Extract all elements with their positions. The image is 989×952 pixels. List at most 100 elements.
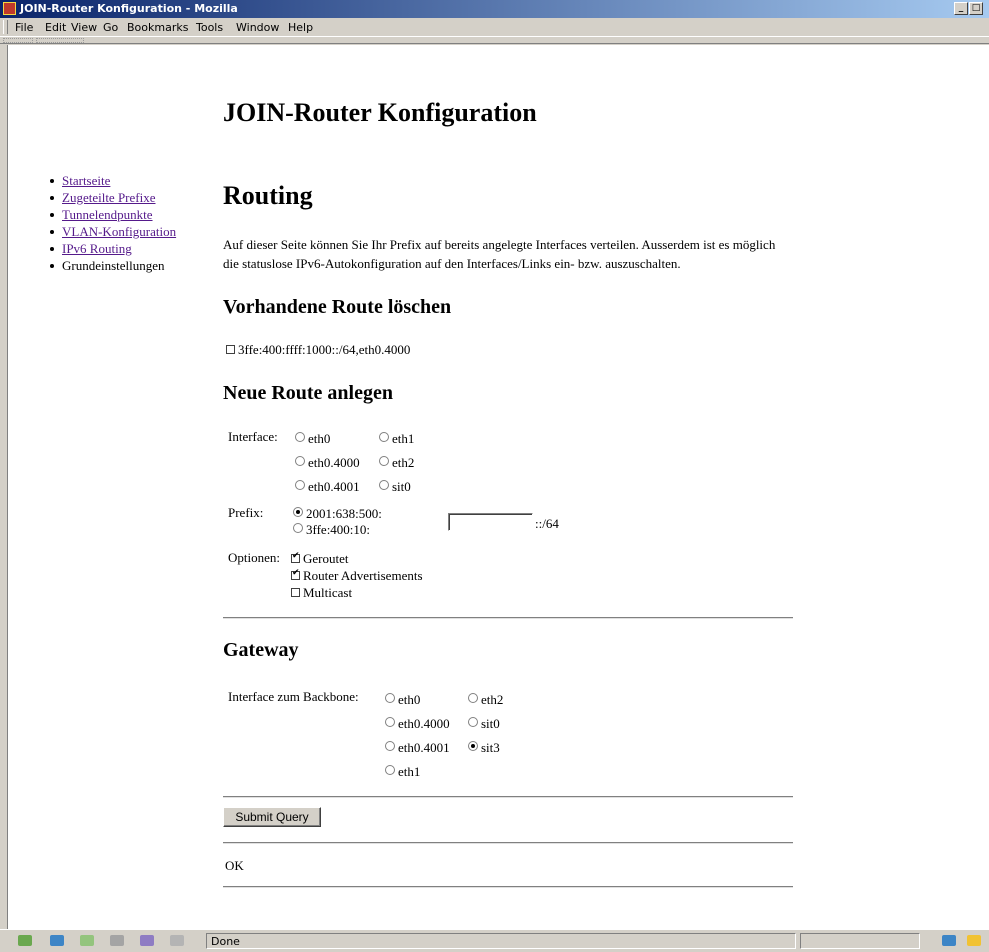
status-bar: Done	[0, 929, 989, 952]
option-row: Multicast	[291, 585, 352, 601]
radio-row: eth0	[385, 692, 420, 708]
options-label: Optionen:	[228, 550, 280, 565]
result-text: OK	[225, 858, 244, 873]
gw-sit3-label: sit3	[481, 740, 500, 755]
sidebar-item-tunnel: Tunnelendpunkte	[48, 207, 176, 224]
divider	[223, 796, 793, 798]
iface-eth0-radio[interactable]	[295, 432, 305, 442]
intro-text: Auf dieser Seite können Sie Ihr Prefix a…	[223, 237, 776, 271]
iface-sit0-label: sit0	[392, 479, 411, 494]
delete-route-checkbox[interactable]	[226, 345, 235, 354]
prefix-3ffe-label: 3ffe:400:10:	[306, 522, 371, 537]
toolbar-grippy-2[interactable]	[36, 38, 84, 43]
radio-row: eth1	[385, 764, 420, 780]
menubar-grip[interactable]	[3, 20, 8, 34]
sidebar-text-grundeinstellungen: Grundeinstellungen	[62, 258, 165, 273]
connection-icon[interactable]	[942, 935, 956, 946]
progress-panel	[800, 933, 920, 949]
option-geroutet-checkbox[interactable]	[291, 551, 300, 563]
iface-eth0-4001-label: eth0.4001	[308, 479, 360, 494]
delete-route-label: 3ffe:400:ffff:1000::/64,eth0.4000	[238, 342, 411, 357]
gw-eth0-4000-radio[interactable]	[385, 717, 395, 727]
gw-eth1-radio[interactable]	[385, 765, 395, 775]
radio-row: eth2	[379, 455, 414, 471]
prefix-suffix: ::/64	[535, 516, 559, 531]
gw-sit0-radio[interactable]	[468, 717, 478, 727]
menu-view[interactable]: View	[71, 21, 97, 34]
gw-eth2-radio[interactable]	[468, 693, 478, 703]
new-route-heading: Neue Route anlegen	[223, 382, 393, 404]
mail-icon[interactable]	[50, 935, 64, 946]
option-multicast-label: Multicast	[303, 585, 353, 600]
menu-help[interactable]: Help	[288, 21, 313, 34]
offline-icon[interactable]	[170, 935, 184, 946]
sidebar-item-prefixe: Zugeteilte Prefixe	[48, 190, 176, 207]
menu-edit[interactable]: Edit	[45, 21, 66, 34]
irc-chat-icon[interactable]	[140, 935, 154, 946]
radio-row: eth0.4001	[295, 479, 360, 495]
radio-row: eth0	[295, 431, 330, 447]
gw-eth0-label: eth0	[398, 692, 421, 707]
radio-row: sit3	[468, 740, 500, 756]
toolbar-grippy-1[interactable]	[3, 38, 33, 43]
iface-eth0-label: eth0	[308, 431, 331, 446]
iface-eth0-4000-label: eth0.4000	[308, 455, 360, 470]
gw-eth1-label: eth1	[398, 764, 421, 779]
address-book-icon[interactable]	[110, 935, 124, 946]
page-content: JOIN-Router Konfiguration Startseite Zug…	[7, 45, 989, 929]
gw-eth0-4001-radio[interactable]	[385, 741, 395, 751]
delete-route-heading: Vorhandene Route löschen	[223, 296, 452, 318]
menu-bookmarks[interactable]: Bookmarks	[127, 21, 188, 34]
divider	[223, 842, 793, 844]
iface-sit0-radio[interactable]	[379, 480, 389, 490]
sidebar-nav: Startseite Zugeteilte Prefixe Tunnelendp…	[48, 173, 176, 275]
gateway-heading: Gateway	[223, 639, 299, 661]
radio-row: eth0.4001	[385, 740, 450, 756]
submit-button[interactable]: Submit Query	[223, 807, 321, 827]
radio-row: sit0	[468, 716, 500, 732]
radio-row: eth2	[468, 692, 503, 708]
site-title: JOIN-Router Konfiguration	[223, 98, 537, 127]
page-heading: Routing	[223, 181, 313, 210]
option-router-adv-checkbox[interactable]	[291, 568, 300, 580]
sidebar-item-ipv6: IPv6 Routing	[48, 241, 176, 258]
prefix-2001-label: 2001:638:500:	[306, 506, 382, 521]
gw-eth0-radio[interactable]	[385, 693, 395, 703]
menu-window[interactable]: Window	[236, 21, 279, 34]
iface-eth2-radio[interactable]	[379, 456, 389, 466]
gw-sit3-radio[interactable]	[468, 741, 478, 751]
menu-go[interactable]: Go	[103, 21, 118, 34]
option-row: Router Advertisements	[291, 568, 423, 584]
menu-file[interactable]: File	[15, 21, 33, 34]
prefix-3ffe-radio[interactable]	[293, 523, 303, 533]
interface-label: Interface:	[228, 429, 278, 444]
option-multicast-checkbox[interactable]	[291, 588, 300, 597]
menu-tools[interactable]: Tools	[196, 21, 223, 34]
maximize-icon[interactable]: □	[969, 2, 983, 15]
sidebar-link-ipv6[interactable]: IPv6 Routing	[62, 241, 132, 256]
prefix-2001-radio[interactable]	[293, 507, 303, 517]
sidebar-link-prefixe[interactable]: Zugeteilte Prefixe	[62, 190, 156, 205]
composer-icon[interactable]	[80, 935, 94, 946]
iface-eth0-4000-radio[interactable]	[295, 456, 305, 466]
security-lock-icon[interactable]	[967, 935, 981, 946]
radio-row: 3ffe:400:10:	[293, 522, 370, 538]
prefix-input[interactable]	[448, 513, 533, 531]
minimize-icon[interactable]: _	[954, 2, 968, 15]
sidebar-link-startseite[interactable]: Startseite	[62, 173, 110, 188]
gw-eth0-4001-label: eth0.4001	[398, 740, 450, 755]
sidebar-link-vlan[interactable]: VLAN-Konfiguration	[62, 224, 176, 239]
iface-eth2-label: eth2	[392, 455, 415, 470]
status-text: Done	[206, 933, 796, 949]
prefix-label: Prefix:	[228, 505, 264, 520]
radio-row: eth0.4000	[385, 716, 450, 732]
radio-row: sit0	[379, 479, 411, 495]
radio-row: eth1	[379, 431, 414, 447]
menu-bar: File Edit View Go Bookmarks Tools Window…	[0, 18, 989, 36]
iface-eth0-4001-radio[interactable]	[295, 480, 305, 490]
sidebar-link-tunnel[interactable]: Tunnelendpunkte	[62, 207, 153, 222]
navigator-icon[interactable]	[18, 935, 32, 946]
iface-eth1-radio[interactable]	[379, 432, 389, 442]
window-title: JOIN-Router Konfiguration - Mozilla	[20, 2, 238, 15]
backbone-label: Interface zum Backbone:	[228, 689, 359, 704]
